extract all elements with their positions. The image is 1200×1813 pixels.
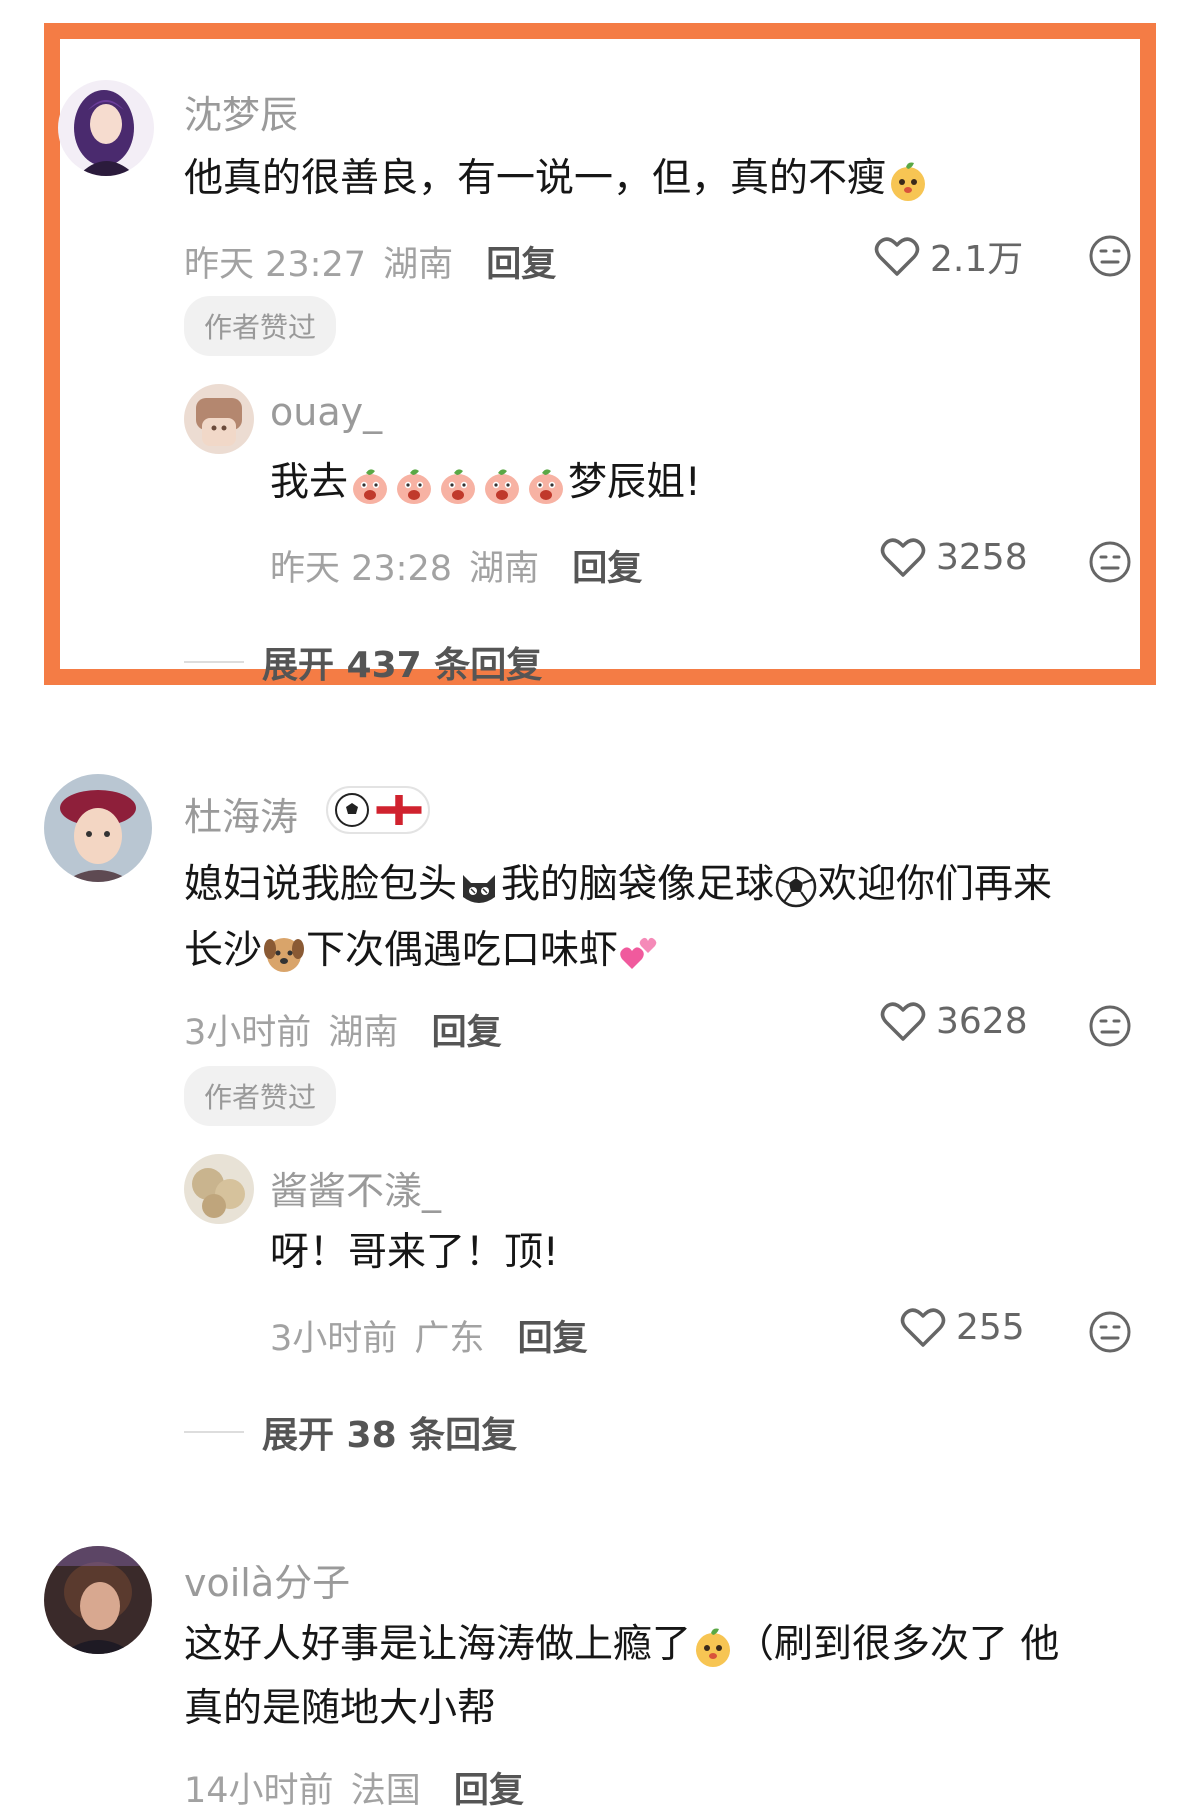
neutral-face-icon[interactable] [1088, 540, 1132, 584]
avatar[interactable] [44, 1546, 152, 1654]
comment-username[interactable]: voilà分子 [184, 1552, 350, 1607]
author-liked-badge: 作者赞过 [184, 1066, 337, 1126]
like-button[interactable]: 3258 [880, 536, 1028, 578]
reply-text-before: 我去 [270, 460, 349, 505]
reply-button[interactable]: 回复 [486, 245, 556, 285]
expand-divider [184, 661, 244, 663]
comment-text-line1: 这好人好事是让海涛做上瘾了 （刷到很多次了 他 [184, 1612, 1059, 1678]
reply-button[interactable]: 回复 [518, 1319, 588, 1359]
comment-time: 14小时前 [184, 1771, 334, 1811]
comment-time: 昨天 23:27 [184, 245, 366, 285]
expand-label: 展开 437 条回复 [262, 645, 543, 686]
reply-text-after: 梦辰姐! [568, 460, 701, 505]
like-button[interactable]: 3628 [880, 1000, 1028, 1042]
neutral-face-icon[interactable] [1088, 234, 1132, 278]
avatar[interactable] [184, 384, 254, 454]
expand-label: 展开 38 条回复 [262, 1415, 518, 1456]
avatar-child-icon [44, 774, 152, 882]
like-count: 3258 [936, 536, 1028, 578]
two-hearts-emoji [618, 931, 662, 975]
peach-face-emoji [392, 463, 436, 507]
comment-text-part: 我的脑袋像足球 [501, 862, 775, 907]
team-badge [326, 786, 430, 834]
like-count: 2.1万 [930, 239, 1024, 280]
comment-text-part: 长沙 [184, 928, 263, 973]
avatar[interactable] [58, 80, 154, 176]
reply-username[interactable]: ouay_ [270, 390, 382, 434]
avatar-person-icon [44, 1546, 152, 1654]
comment-time: 3小时前 [184, 1013, 312, 1053]
comment-text-part: 欢迎你们再来 [818, 862, 1053, 907]
comment-username[interactable]: 杜海涛 [184, 786, 298, 841]
comment-text: 他真的很善良，有一说一，但，真的不瘦 [184, 146, 930, 212]
comment-text-part: （刷到很多次了 他 [735, 1622, 1060, 1667]
soccer-ball-emoji [774, 865, 818, 909]
reply-button[interactable]: 回复 [432, 1013, 502, 1053]
orange-face-emoji [886, 159, 930, 203]
soccer-ball-icon [335, 793, 369, 827]
comment-location: 湖南 [383, 245, 454, 285]
avatar-woman-icon [58, 80, 154, 176]
england-flag-icon [376, 795, 422, 825]
comment-location: 法国 [350, 1771, 421, 1811]
comment-text-part: 下次偶遇吃口味虾 [306, 928, 619, 973]
heart-outline-icon [874, 237, 920, 276]
heart-outline-icon [880, 1002, 926, 1041]
comment-meta: 昨天 23:27 湖南 回复 [184, 236, 556, 287]
comment-meta: 14小时前 法国 回复 [184, 1762, 524, 1813]
comment-text-part: 媳妇说我脸包头 [184, 862, 458, 907]
peach-face-emoji [436, 463, 480, 507]
avatar-bear-icon [184, 384, 254, 454]
reply-button[interactable]: 回复 [454, 1771, 524, 1811]
reply-meta: 昨天 23:28 湖南 回复 [270, 540, 642, 591]
reply-button[interactable]: 回复 [572, 549, 642, 589]
like-button[interactable]: 2.1万 [874, 230, 1023, 282]
peach-face-emoji [480, 463, 524, 507]
comment-text-content: 他真的很善良，有一说一，但，真的不瘦 [184, 156, 887, 201]
like-count: 255 [956, 1306, 1025, 1348]
author-liked-badge: 作者赞过 [184, 296, 337, 356]
reply-time: 昨天 23:28 [270, 549, 452, 589]
reply-location: 湖南 [469, 549, 540, 589]
comment-location: 湖南 [328, 1013, 399, 1053]
avatar[interactable] [184, 1154, 254, 1224]
neutral-face-icon[interactable] [1088, 1310, 1132, 1354]
avatar-food-icon [184, 1154, 254, 1224]
like-button[interactable]: 255 [900, 1306, 1025, 1348]
orange-face-emoji [691, 1625, 735, 1669]
expand-replies-button[interactable]: 展开 38 条回复 [184, 1406, 517, 1458]
peach-face-emoji [348, 463, 392, 507]
reply-text: 我去 梦辰姐! [270, 450, 701, 516]
avatar[interactable] [44, 774, 152, 882]
heart-outline-icon [880, 538, 926, 577]
comment-meta: 3小时前 湖南 回复 [184, 1004, 502, 1055]
comment-text-part: 这好人好事是让海涛做上瘾了 [184, 1622, 692, 1667]
neutral-face-icon[interactable] [1088, 1004, 1132, 1048]
comment-text-line2: 长沙 下次偶遇吃口味虾 [184, 918, 662, 984]
comment-text-line1: 媳妇说我脸包头 我的脑袋像足球 欢迎你们再来 [184, 852, 1052, 918]
reply-username[interactable]: 酱酱不漾_ [270, 1160, 441, 1215]
expand-replies-button[interactable]: 展开 437 条回复 [184, 636, 542, 688]
cat-face-emoji [457, 865, 501, 909]
reply-text: 呀！哥来了！顶! [270, 1230, 559, 1275]
expand-divider [184, 1431, 244, 1433]
like-count: 3628 [936, 1000, 1028, 1042]
peach-face-emoji [524, 463, 568, 507]
comment-text-line2: 真的是随地大小帮 [184, 1686, 497, 1731]
dog-face-emoji [262, 931, 306, 975]
comment-username[interactable]: 沈梦辰 [184, 84, 298, 139]
heart-outline-icon [900, 1308, 946, 1347]
reply-location: 广东 [414, 1319, 485, 1359]
reply-time: 3小时前 [270, 1319, 398, 1359]
reply-meta: 3小时前 广东 回复 [270, 1310, 588, 1361]
